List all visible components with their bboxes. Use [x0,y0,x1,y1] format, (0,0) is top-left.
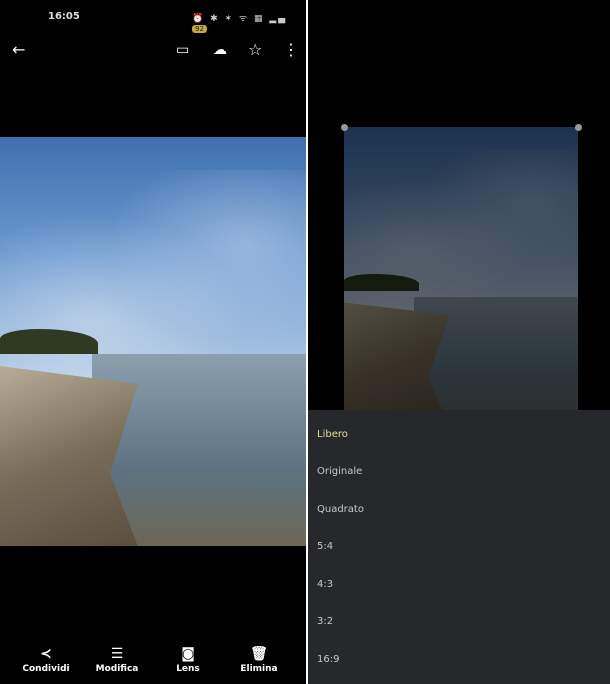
back-arrow-icon[interactable]: ← [12,40,25,60]
star-icon[interactable]: ☆ [248,40,262,60]
aspect-option-originale[interactable]: Originale [317,466,362,477]
trash-icon: 🗑 [250,646,268,662]
lens-label: Lens [176,664,200,674]
aspect-option-libero[interactable]: Libero [317,429,348,440]
cast-icon[interactable]: ▭ [176,40,189,60]
delete-label: Elimina [240,664,278,674]
edit-button[interactable]: ☰ Modifica [82,646,152,674]
aspect-ratio-menu: Libero Originale Quadrato 5:4 4:3 3:2 16… [308,410,610,684]
aspect-option-4-3[interactable]: 4:3 [317,579,333,590]
lens-button[interactable]: ◙ Lens [153,646,223,674]
crop-handle-top-right[interactable] [575,124,582,131]
photo-viewer: 16:05 ⏰ ✱ ✶ ᯤ ▦ ▂▄ 92 ← ▭ ☁ ☆ ⋮ ≺ Condivi… [0,0,306,684]
more-vert-icon[interactable]: ⋮ [283,40,299,60]
crop-preview[interactable] [344,127,578,410]
aspect-option-5-4[interactable]: 5:4 [317,541,333,552]
photo[interactable] [0,137,306,546]
aspect-option-quadrato[interactable]: Quadrato [317,504,364,515]
crop-editor: Libero Originale Quadrato 5:4 4:3 3:2 16… [308,0,610,684]
lens-icon: ◙ [181,646,195,662]
edit-sliders-icon: ☰ [110,646,124,662]
share-button[interactable]: ≺ Condividi [11,646,81,674]
crop-handle-top-left[interactable] [341,124,348,131]
status-icons: ⏰ ✱ ✶ ᯤ ▦ ▂▄ 92 [192,14,288,33]
aspect-option-16-9[interactable]: 16:9 [317,654,339,665]
delete-button[interactable]: 🗑 Elimina [224,646,294,674]
aspect-option-3-2[interactable]: 3:2 [317,616,333,627]
battery-level: 92 [192,25,207,33]
status-time: 16:05 [48,11,80,22]
share-label: Condividi [22,664,70,674]
cloud-upload-icon[interactable]: ☁ [213,40,227,60]
share-icon: ≺ [40,646,52,662]
edit-label: Modifica [95,664,139,674]
